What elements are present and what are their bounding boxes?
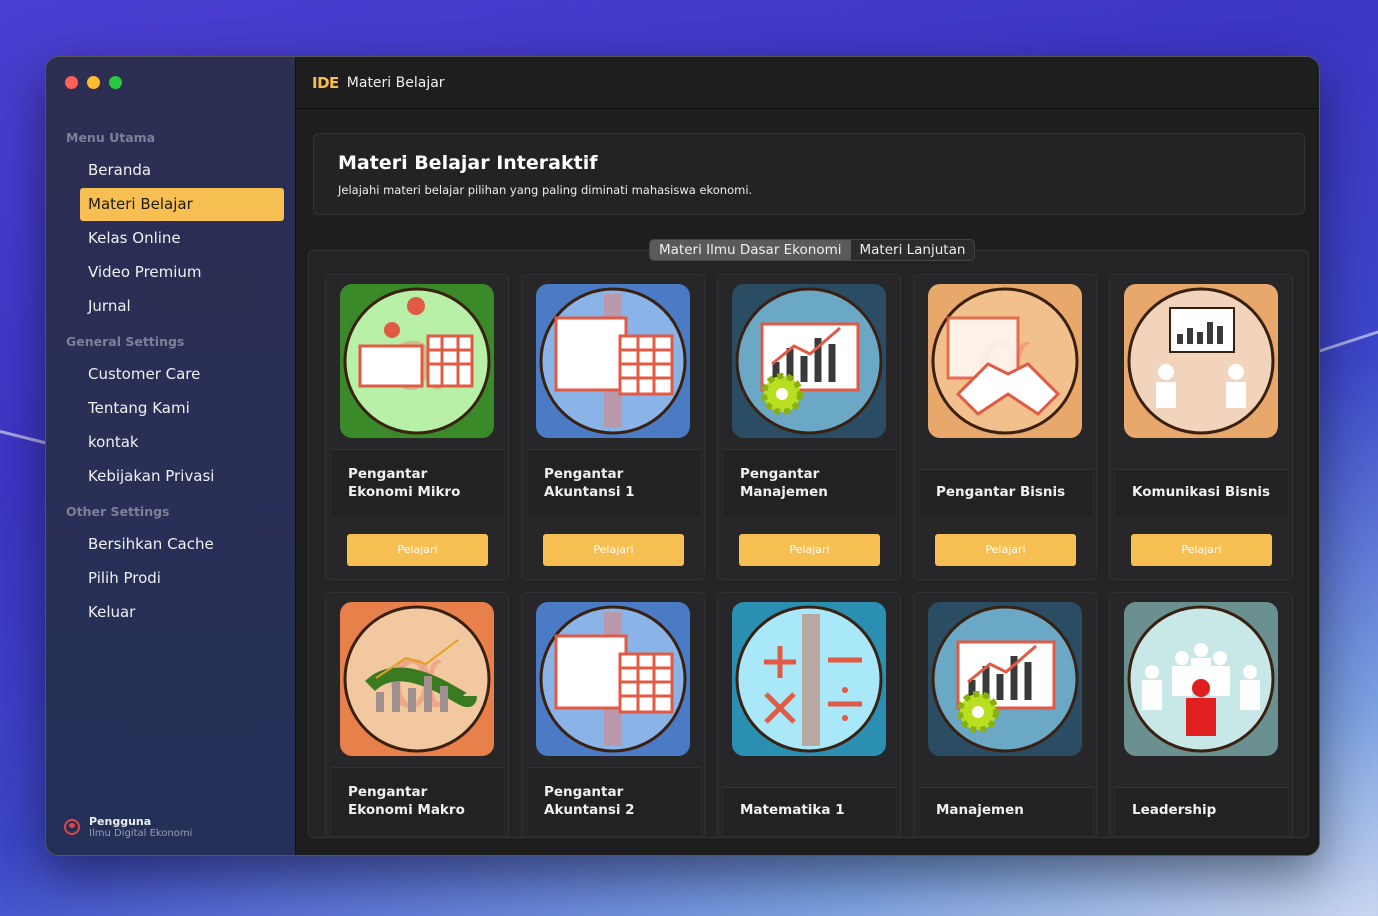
course-card[interactable]: α Pengantar Ekonomi Mikro Pelajari [325, 274, 509, 580]
course-card[interactable]: Matematika 1Pelajari [717, 592, 901, 837]
main-content: IDE Materi Belajar Materi Belajar Intera… [296, 57, 1319, 855]
course-title: Pengantar Ekonomi Makro [348, 784, 465, 818]
course-card[interactable]: Pengantar Akuntansi 2Pelajari [521, 592, 705, 837]
tab-materi-ilmu-dasar-ekonomi[interactable]: Materi Ilmu Dasar Ekonomi [650, 240, 851, 260]
course-title: Pengantar Akuntansi 2 [544, 784, 635, 818]
user-profile[interactable]: Pengguna Ilmu Digital Ekonomi [64, 815, 192, 839]
sidebar-item-jurnal[interactable]: Jurnal [80, 290, 284, 323]
course-card[interactable]: Pengantar Akuntansi 1 Pelajari [521, 274, 705, 580]
close-button[interactable] [65, 76, 78, 89]
course-title-box: Pengantar Akuntansi 1 [528, 449, 700, 517]
app-logo: IDE [312, 73, 339, 92]
course-title: Leadership [1132, 802, 1217, 818]
pelajari-button[interactable]: Pelajari [739, 534, 880, 566]
course-title-box: Leadership [1116, 787, 1288, 835]
user-subtitle: Ilmu Digital Ekonomi [89, 828, 193, 839]
pelajari-button[interactable]: Pelajari [1131, 534, 1272, 566]
window-controls [65, 76, 122, 89]
minimize-button[interactable] [87, 76, 100, 89]
course-title: Komunikasi Bisnis [1132, 484, 1271, 500]
sidebar-section-label: Menu Utama [66, 130, 156, 145]
sidebar-item-beranda[interactable]: Beranda [80, 154, 284, 187]
course-title: Pengantar Bisnis [936, 484, 1066, 500]
course-card[interactable]: LeadershipPelajari [1109, 592, 1293, 837]
sidebar-item-kebijakan-privasi[interactable]: Kebijakan Privasi [80, 460, 284, 493]
sidebar-item-materi-belajar[interactable]: Materi Belajar [80, 188, 284, 221]
math-operators-icon [732, 602, 886, 756]
hero-subtitle: Jelajahi materi belajar pilihan yang pal… [338, 183, 753, 197]
sidebar-item-tentang-kami[interactable]: Tentang Kami [80, 392, 284, 425]
pelajari-button[interactable]: Pelajari [543, 534, 684, 566]
course-title: Manajemen [936, 802, 1024, 818]
pelajari-button[interactable]: Pelajari [347, 534, 488, 566]
user-avatar-icon [64, 819, 80, 835]
page-title: Materi Belajar [346, 74, 445, 91]
accounting-icon [536, 284, 690, 438]
management-gear-icon: α [732, 284, 886, 438]
sidebar-item-keluar[interactable]: Keluar [80, 596, 284, 629]
course-card[interactable]: α Pengantar Manajemen Pelajari [717, 274, 901, 580]
sidebar-item-kelas-online[interactable]: Kelas Online [80, 222, 284, 255]
course-title: Matematika 1 [740, 802, 845, 818]
course-title-box: Manajemen [920, 787, 1092, 835]
title-bar: IDE Materi Belajar [296, 57, 1319, 109]
course-card[interactable]: α Pengantar Ekonomi MakroPelajari [325, 592, 509, 837]
business-handshake-icon: α [928, 284, 1082, 438]
course-title-box: Komunikasi Bisnis [1116, 469, 1288, 517]
course-title: Pengantar Ekonomi Mikro [348, 466, 461, 500]
sidebar-section-label: General Settings [66, 334, 185, 349]
management-chart-icon: α [928, 602, 1082, 756]
sidebar-item-video-premium[interactable]: Video Premium [80, 256, 284, 289]
accounting-icon [536, 602, 690, 756]
course-title: Pengantar Manajemen [740, 466, 828, 500]
leadership-icon [1124, 602, 1278, 756]
course-title-box: Matematika 1 [724, 787, 896, 835]
course-title-box: Pengantar Ekonomi Mikro [332, 449, 504, 517]
pelajari-button[interactable]: Pelajari [935, 534, 1076, 566]
business-communication-icon [1124, 284, 1278, 438]
hero-title: Materi Belajar Interaktif [338, 152, 598, 174]
course-card[interactable]: Komunikasi Bisnis Pelajari [1109, 274, 1293, 580]
sidebar-item-kontak[interactable]: kontak [80, 426, 284, 459]
user-name: Pengguna [89, 815, 152, 828]
sidebar-item-bersihkan-cache[interactable]: Bersihkan Cache [80, 528, 284, 561]
economics-macro-icon: α [340, 602, 494, 756]
sidebar-item-customer-care[interactable]: Customer Care [80, 358, 284, 391]
course-card[interactable]: α ManajemenPelajari [913, 592, 1097, 837]
segmented-tabs: Materi Ilmu Dasar Ekonomi Materi Lanjutan [649, 239, 976, 261]
hero-card: Materi Belajar Interaktif Jelajahi mater… [313, 133, 1305, 215]
course-panel: α Pengantar Ekonomi Mikro Pelajari Pengan… [308, 250, 1309, 838]
app-window: Pengguna Ilmu Digital Ekonomi Menu Utama… [45, 56, 1320, 856]
course-title-box: Pengantar Bisnis [920, 469, 1092, 517]
sidebar: Pengguna Ilmu Digital Ekonomi Menu Utama… [46, 57, 296, 855]
tab-materi-lanjutan[interactable]: Materi Lanjutan [851, 240, 975, 260]
course-grid: α Pengantar Ekonomi Mikro Pelajari Pengan… [325, 274, 1293, 837]
course-title-box: Pengantar Akuntansi 2 [528, 767, 700, 835]
course-title-box: Pengantar Manajemen [724, 449, 896, 517]
maximize-button[interactable] [109, 76, 122, 89]
course-title: Pengantar Akuntansi 1 [544, 466, 635, 500]
sidebar-section-label: Other Settings [66, 504, 170, 519]
course-title-box: Pengantar Ekonomi Makro [332, 767, 504, 835]
course-card[interactable]: α Pengantar Bisnis Pelajari [913, 274, 1097, 580]
background-streak [1317, 328, 1378, 353]
economics-micro-icon: α [340, 284, 494, 438]
sidebar-item-pilih-prodi[interactable]: Pilih Prodi [80, 562, 284, 595]
